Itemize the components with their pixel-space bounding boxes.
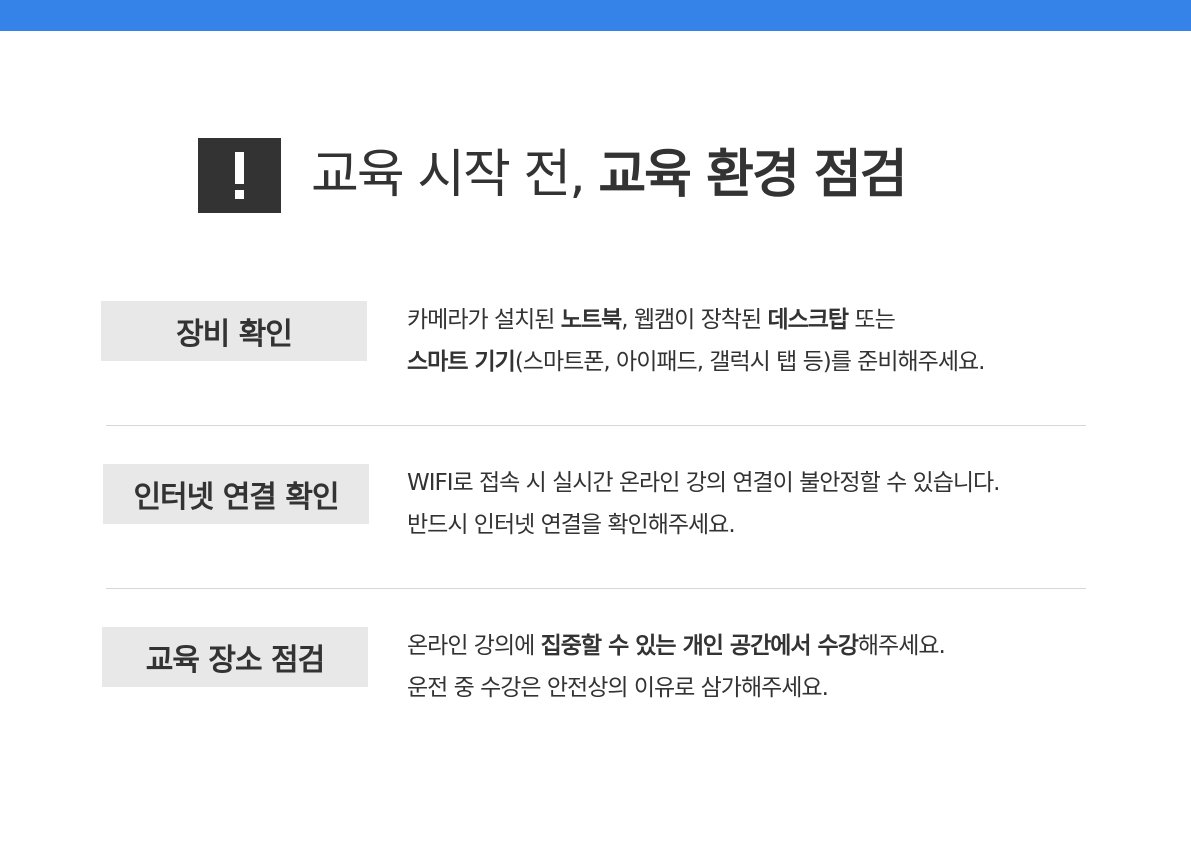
highlight-text: 스마트 기기: [407, 349, 516, 375]
page-title-light: 교육 시작 전,: [311, 145, 586, 205]
highlight-text: 집중할 수 있는 개인 공간에서 수강: [540, 633, 859, 659]
section-label: 인터넷 연결 확인: [103, 464, 369, 524]
section-divider: [106, 588, 1086, 589]
section-description: WIFI로 접속 시 실시간 온라인 강의 연결이 불안정할 수 있습니다. 반…: [407, 462, 1097, 546]
description-line: WIFI로 접속 시 실시간 온라인 강의 연결이 불안정할 수 있습니다.: [407, 470, 1001, 496]
description-line: 온라인 강의에 집중할 수 있는 개인 공간에서 수강해주세요.: [407, 625, 1097, 667]
description-line: 카메라가 설치된 노트북, 웹캠이 장착된 데스크탑 또는: [407, 299, 1097, 341]
section-divider: [106, 425, 1086, 426]
page-title-bold: 교육 환경 점검: [598, 145, 907, 205]
page-title: 교육 시작 전, 교육 환경 점검: [311, 138, 908, 213]
highlight-text: 노트북: [560, 307, 622, 333]
text-span: 온라인 강의에: [407, 633, 541, 659]
page-header: 교육 시작 전, 교육 환경 점검: [198, 138, 908, 213]
section-description: 카메라가 설치된 노트북, 웹캠이 장착된 데스크탑 또는 스마트 기기(스마트…: [407, 299, 1097, 383]
text-span: 카메라가 설치된: [407, 307, 561, 333]
text-span: , 웹캠이 장착된: [621, 307, 768, 333]
description-line: 스마트 기기(스마트폰, 아이패드, 갤럭시 탭 등)를 준비해주세요.: [407, 341, 1097, 383]
section-description: 온라인 강의에 집중할 수 있는 개인 공간에서 수강해주세요. 운전 중 수강…: [407, 625, 1097, 709]
section-label: 교육 장소 점검: [102, 627, 368, 687]
text-span: (스마트폰, 아이패드, 갤럭시 탭 등)를 준비해주세요.: [514, 349, 986, 375]
text-span: 해주세요.: [857, 633, 946, 659]
highlight-text: 데스크탑: [767, 307, 849, 333]
exclamation-icon: [198, 138, 281, 213]
top-accent-bar: [0, 0, 1191, 31]
description-line: 운전 중 수강은 안전상의 이유로 삼가해주세요.: [407, 675, 829, 701]
description-line: 반드시 인터넷 연결을 확인해주세요.: [407, 512, 736, 538]
section-label: 장비 확인: [101, 301, 367, 361]
text-span: 또는: [848, 307, 895, 333]
